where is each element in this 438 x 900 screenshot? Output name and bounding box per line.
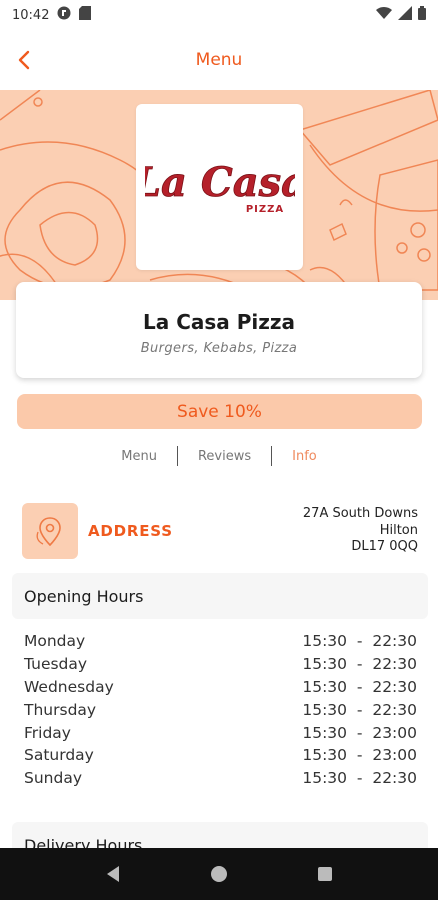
tab-bar: Menu Reviews Info xyxy=(0,444,438,468)
tab-reviews[interactable]: Reviews xyxy=(178,449,271,464)
status-bar: 10:42 xyxy=(0,0,438,30)
sd-card-icon xyxy=(79,6,92,24)
logo-text: La Casa xyxy=(145,159,295,206)
hours-row: Sunday 15:30 - 22:30 xyxy=(24,767,417,790)
hours-day: Saturday xyxy=(24,746,94,765)
nav-recents-icon xyxy=(318,867,332,881)
nav-back-button[interactable] xyxy=(93,854,133,894)
signal-icon xyxy=(398,6,412,24)
hours-time: 15:30 - 23:00 xyxy=(302,723,417,742)
address-text: 27A South Downs Hilton DL17 0QQ xyxy=(303,506,418,556)
app-notification-icon xyxy=(57,6,71,24)
nav-home-button[interactable] xyxy=(199,854,239,894)
hours-day: Friday xyxy=(24,723,71,742)
battery-icon xyxy=(418,6,426,24)
hours-row: Friday 15:30 - 23:00 xyxy=(24,721,417,744)
back-button[interactable] xyxy=(10,46,38,74)
hours-row: Thursday 15:30 - 22:30 xyxy=(24,698,417,721)
back-arrow-icon xyxy=(18,50,30,70)
status-time: 10:42 xyxy=(12,7,50,23)
nav-home-icon xyxy=(211,866,227,882)
nav-back-icon xyxy=(107,866,119,882)
app-header: Menu xyxy=(0,38,438,82)
logo-subtext: PIZZA xyxy=(245,204,283,215)
hours-day: Thursday xyxy=(24,700,97,719)
address-line-2: Hilton xyxy=(379,522,418,538)
hours-day: Monday xyxy=(24,632,86,651)
address-line-1: 27A South Downs xyxy=(302,506,418,522)
address-section: ADDRESS 27A South Downs Hilton DL17 0QQ xyxy=(22,503,418,559)
hours-time: 15:30 - 22:30 xyxy=(302,677,417,696)
hours-day: Sunday xyxy=(24,769,82,788)
hours-day: Tuesday xyxy=(24,655,88,674)
address-label: ADDRESS xyxy=(88,522,173,540)
wifi-icon xyxy=(376,6,392,24)
hours-time: 15:30 - 22:30 xyxy=(302,655,417,674)
tab-info[interactable]: Info xyxy=(272,449,337,464)
system-nav-bar xyxy=(0,848,438,900)
opening-hours-header: Opening Hours xyxy=(12,573,428,619)
opening-hours-list: Monday 15:30 - 22:30 Tuesday 15:30 - 22:… xyxy=(24,630,417,790)
hours-row: Monday 15:30 - 22:30 xyxy=(24,630,417,653)
hours-row: Tuesday 15:30 - 22:30 xyxy=(24,653,417,676)
hours-time: 15:30 - 22:30 xyxy=(302,632,417,651)
address-line-3: DL17 0QQ xyxy=(351,539,418,555)
hours-day: Wednesday xyxy=(24,677,114,696)
hero-banner: La Casa PIZZA xyxy=(0,90,438,300)
hours-time: 15:30 - 23:00 xyxy=(302,746,417,765)
tab-menu[interactable]: Menu xyxy=(101,449,177,464)
hours-time: 15:30 - 22:30 xyxy=(302,769,417,788)
restaurant-name: La Casa Pizza xyxy=(142,310,296,334)
hours-time: 15:30 - 22:30 xyxy=(302,700,417,719)
hours-row: Saturday 15:30 - 23:00 xyxy=(24,744,417,767)
discount-banner[interactable]: Save 10% xyxy=(17,394,422,429)
hours-row: Wednesday 15:30 - 22:30 xyxy=(24,676,417,699)
restaurant-logo: La Casa PIZZA xyxy=(136,104,303,270)
page-title: Menu xyxy=(195,50,243,70)
location-pin-icon xyxy=(22,503,78,559)
restaurant-tags: Burgers, Kebabs, Pizza xyxy=(140,341,298,356)
restaurant-info-card: La Casa Pizza Burgers, Kebabs, Pizza xyxy=(16,282,422,378)
nav-recents-button[interactable] xyxy=(305,854,345,894)
